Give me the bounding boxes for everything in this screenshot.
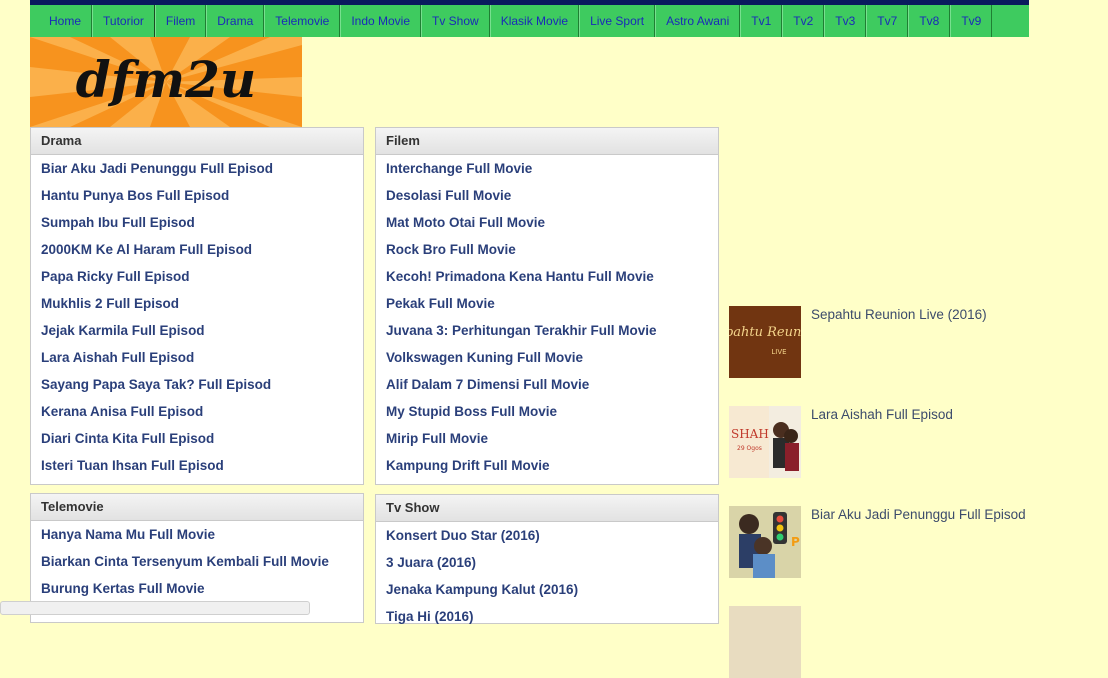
list-item[interactable]: Mukhlis 2 Full Episod: [31, 290, 363, 317]
nav-tv9[interactable]: Tv9: [950, 5, 993, 37]
drama-panel: Drama Biar Aku Jadi Penunggu Full Episod…: [30, 127, 364, 485]
list-item[interactable]: Kerana Anisa Full Episod: [31, 398, 363, 425]
nav-telemovie[interactable]: Telemovie: [264, 5, 341, 37]
list-item[interactable]: My Stupid Boss Full Movie: [376, 398, 718, 425]
logo-text: dfm2u: [76, 50, 257, 109]
site-logo[interactable]: dfm2u: [30, 37, 302, 127]
list-item[interactable]: Juvana 3: Perhitungan Terakhir Full Movi…: [376, 317, 718, 344]
tvshow-panel-title: Tv Show: [376, 495, 718, 522]
top-navigation: Home Tutorior Filem Drama Telemovie Indo…: [30, 0, 1029, 37]
list-item[interactable]: Alif Dalam 7 Dimensi Full Movie: [376, 371, 718, 398]
list-item[interactable]: Desolasi Full Movie: [376, 182, 718, 209]
list-item[interactable]: 2000KM Ke Al Haram Full Episod: [31, 236, 363, 263]
nav-indo-movie[interactable]: Indo Movie: [340, 5, 422, 37]
thumbnail-caption: SHAH: [731, 427, 769, 441]
nav-tv8[interactable]: Tv8: [908, 5, 951, 37]
list-item[interactable]: Kampung Drift Full Movie: [376, 452, 718, 479]
nav-drama[interactable]: Drama: [206, 5, 265, 37]
thumbnail-caption: LIVE: [771, 348, 786, 356]
list-item[interactable]: Konsert Duo Star (2016): [376, 522, 718, 549]
thumbnail-image[interactable]: P: [729, 506, 801, 578]
list-item[interactable]: Kecoh! Primadona Kena Hantu Full Movie: [376, 263, 718, 290]
list-item[interactable]: Mirip Full Movie: [376, 425, 718, 452]
list-item[interactable]: Burung Kertas Full Movie: [31, 575, 363, 602]
thumbnail-image[interactable]: SHAH 29 Ogos: [729, 406, 801, 478]
list-item[interactable]: Diari Cinta Kita Full Episod: [31, 425, 363, 452]
nav-astro-awani[interactable]: Astro Awani: [655, 5, 741, 37]
list-item[interactable]: Interchange Full Movie: [376, 155, 718, 182]
list-item[interactable]: Hantu Punya Bos Full Episod: [31, 182, 363, 209]
sidebar-item-title[interactable]: Biar Aku Jadi Penunggu Full Episod: [811, 507, 1026, 522]
list-item[interactable]: Isteri Tuan Ihsan Full Episod: [31, 452, 363, 479]
list-item[interactable]: Mat Moto Otai Full Movie: [376, 209, 718, 236]
sidebar-item[interactable]: Sepahtu Reunion LIVE Sepahtu Reunion Liv…: [729, 306, 1089, 378]
nav-klasik-movie[interactable]: Klasik Movie: [489, 5, 580, 37]
nav-live-sport[interactable]: Live Sport: [579, 5, 656, 37]
telemovie-panel-title: Telemovie: [31, 494, 363, 521]
list-item[interactable]: Lara Aishah Full Episod: [31, 344, 363, 371]
list-item[interactable]: Volkswagen Kuning Full Movie: [376, 344, 718, 371]
list-item[interactable]: Sumpah Ibu Full Episod: [31, 209, 363, 236]
list-item[interactable]: Biarkan Cinta Tersenyum Kembali Full Mov…: [31, 548, 363, 575]
list-item[interactable]: Papa Ricky Full Episod: [31, 263, 363, 290]
nav-tv7[interactable]: Tv7: [866, 5, 909, 37]
sidebar-item[interactable]: [729, 606, 1089, 678]
list-item[interactable]: 3 Juara (2016): [376, 549, 718, 576]
nav-tv2[interactable]: Tv2: [782, 5, 825, 37]
logo-sunburst-icon: dfm2u: [30, 37, 302, 127]
filem-panel-title: Filem: [376, 128, 718, 155]
list-item[interactable]: Rock Bro Full Movie: [376, 236, 718, 263]
nav-tv-show[interactable]: Tv Show: [421, 5, 490, 37]
filem-panel: Filem Interchange Full Movie Desolasi Fu…: [375, 127, 719, 485]
nav-tv1[interactable]: Tv1: [740, 5, 783, 37]
sidebar-item-title[interactable]: Sepahtu Reunion Live (2016): [811, 307, 987, 322]
nav-tutorior[interactable]: Tutorior: [92, 5, 155, 37]
tvshow-panel: Tv Show Konsert Duo Star (2016) 3 Juara …: [375, 494, 719, 624]
thumbnail-caption: Sepahtu Reunion: [729, 325, 801, 340]
nav-home[interactable]: Home: [30, 5, 93, 37]
svg-text:P: P: [791, 535, 800, 549]
thumbnail-image[interactable]: Sepahtu Reunion LIVE: [729, 306, 801, 378]
list-item[interactable]: Sayang Papa Saya Tak? Full Episod: [31, 371, 363, 398]
nav-filem[interactable]: Filem: [154, 5, 207, 37]
list-item[interactable]: Jejak Karmila Full Episod: [31, 317, 363, 344]
sidebar-item[interactable]: P Biar Aku Jadi Penunggu Full Episod: [729, 506, 1089, 578]
horizontal-scrollbar[interactable]: [0, 601, 310, 615]
sidebar-item-title[interactable]: Lara Aishah Full Episod: [811, 407, 953, 422]
list-item[interactable]: Hanya Nama Mu Full Movie: [31, 521, 363, 548]
thumbnail-caption: 29 Ogos: [737, 445, 762, 452]
nav-tv3[interactable]: Tv3: [824, 5, 867, 37]
drama-panel-title: Drama: [31, 128, 363, 155]
list-item[interactable]: Jenaka Kampung Kalut (2016): [376, 576, 718, 603]
list-item[interactable]: Biar Aku Jadi Penunggu Full Episod: [31, 155, 363, 182]
thumbnail-image[interactable]: [729, 606, 801, 678]
sidebar-item[interactable]: SHAH 29 Ogos Lara Aishah Full Episod: [729, 406, 1089, 478]
list-item[interactable]: Tiga Hi (2016): [376, 603, 718, 630]
list-item[interactable]: Pekak Full Movie: [376, 290, 718, 317]
